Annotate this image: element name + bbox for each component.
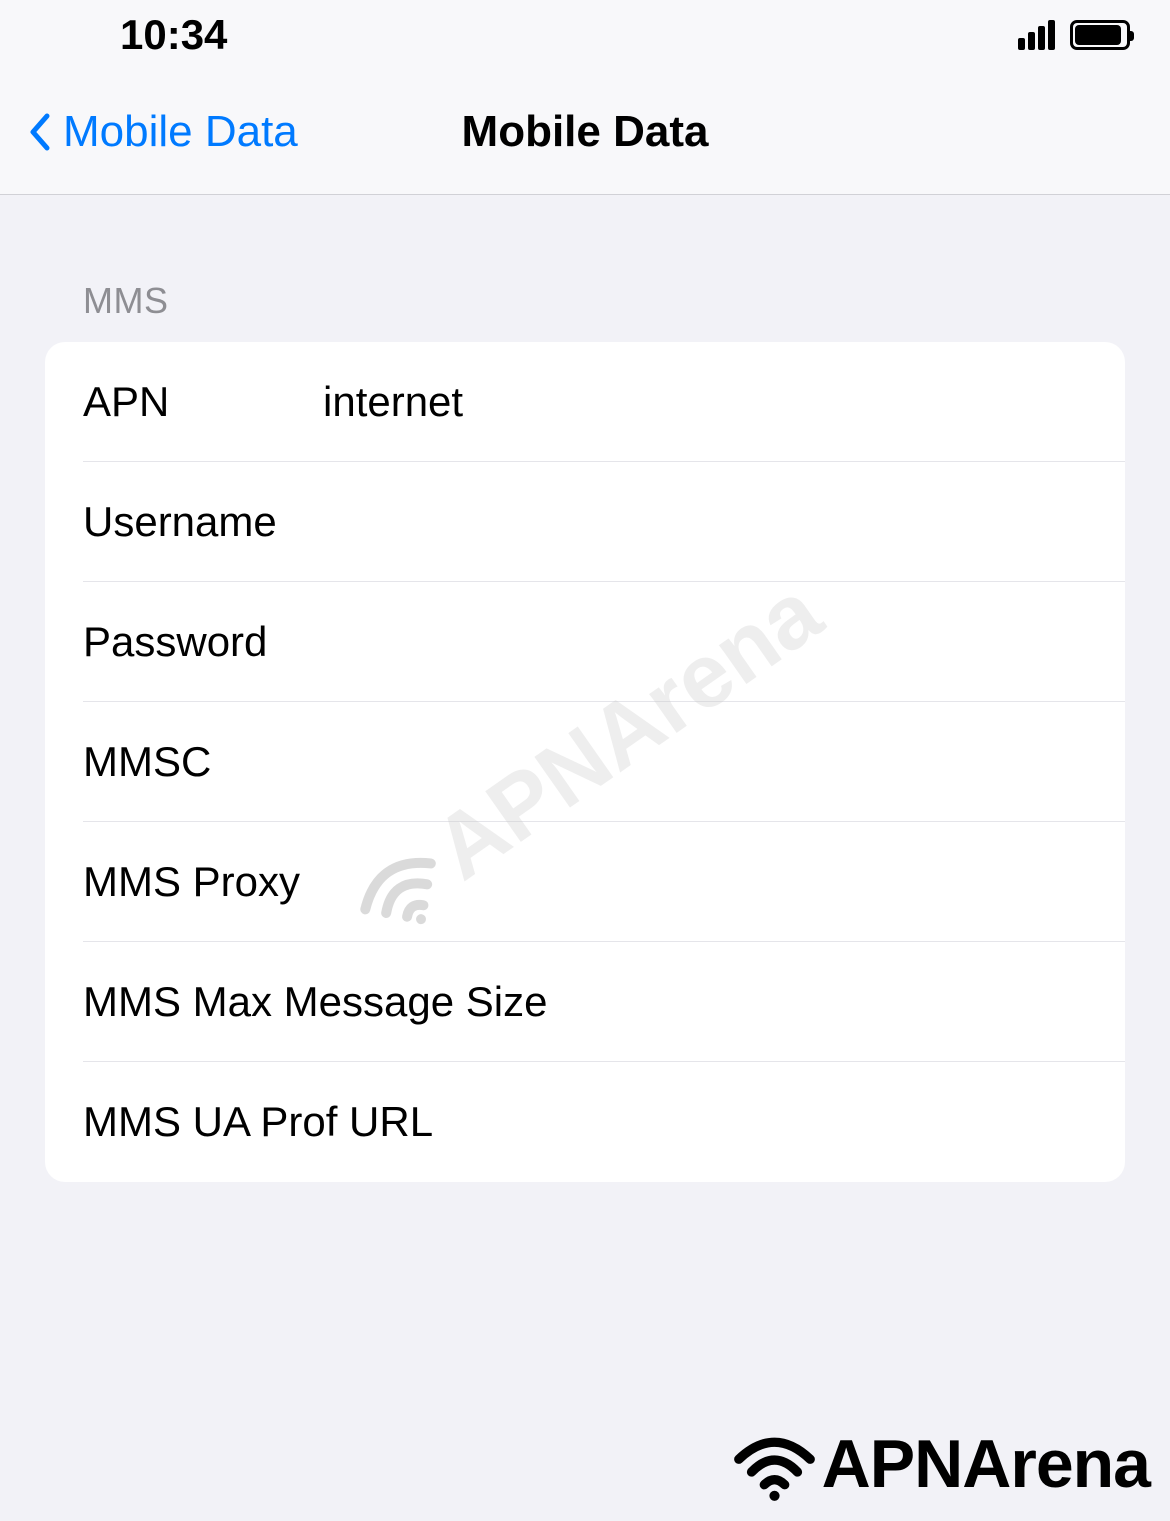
username-label: Username (83, 498, 323, 546)
signal-icon (1018, 20, 1055, 50)
section-header-mms: MMS (45, 280, 1125, 322)
mmsc-row[interactable]: MMSC (45, 702, 1125, 822)
username-input[interactable] (323, 498, 1087, 546)
status-time: 10:34 (40, 11, 227, 59)
status-bar: 10:34 (0, 0, 1170, 70)
footer-brand: APNArena (732, 1421, 1150, 1506)
apn-row[interactable]: APN (45, 342, 1125, 462)
footer-brand-text: APNArena (822, 1425, 1150, 1503)
mms-ua-prof-label: MMS UA Prof URL (83, 1098, 1087, 1146)
username-row[interactable]: Username (45, 462, 1125, 582)
battery-icon (1070, 20, 1130, 50)
page-title: Mobile Data (462, 107, 709, 157)
mmsc-input[interactable] (323, 738, 1087, 786)
back-label: Mobile Data (63, 107, 298, 157)
content-area: MMS APN Username Password MMSC MMS Proxy… (0, 195, 1170, 1182)
mms-max-size-label: MMS Max Message Size (83, 978, 1087, 1026)
apn-label: APN (83, 378, 323, 426)
password-row[interactable]: Password (45, 582, 1125, 702)
mmsc-label: MMSC (83, 738, 323, 786)
password-label: Password (83, 618, 323, 666)
mms-max-size-row[interactable]: MMS Max Message Size (45, 942, 1125, 1062)
wifi-icon (732, 1421, 817, 1506)
navigation-bar: Mobile Data Mobile Data (0, 70, 1170, 195)
mms-ua-prof-row[interactable]: MMS UA Prof URL (45, 1062, 1125, 1182)
status-icons (1018, 20, 1130, 50)
back-button[interactable]: Mobile Data (25, 107, 298, 157)
settings-group: APN Username Password MMSC MMS Proxy MMS… (45, 342, 1125, 1182)
password-input[interactable] (323, 618, 1087, 666)
chevron-left-icon (25, 107, 55, 157)
mms-proxy-input[interactable] (546, 858, 1087, 906)
mms-proxy-row[interactable]: MMS Proxy (45, 822, 1125, 942)
apn-input[interactable] (323, 378, 1087, 426)
mms-proxy-label: MMS Proxy (83, 858, 546, 906)
